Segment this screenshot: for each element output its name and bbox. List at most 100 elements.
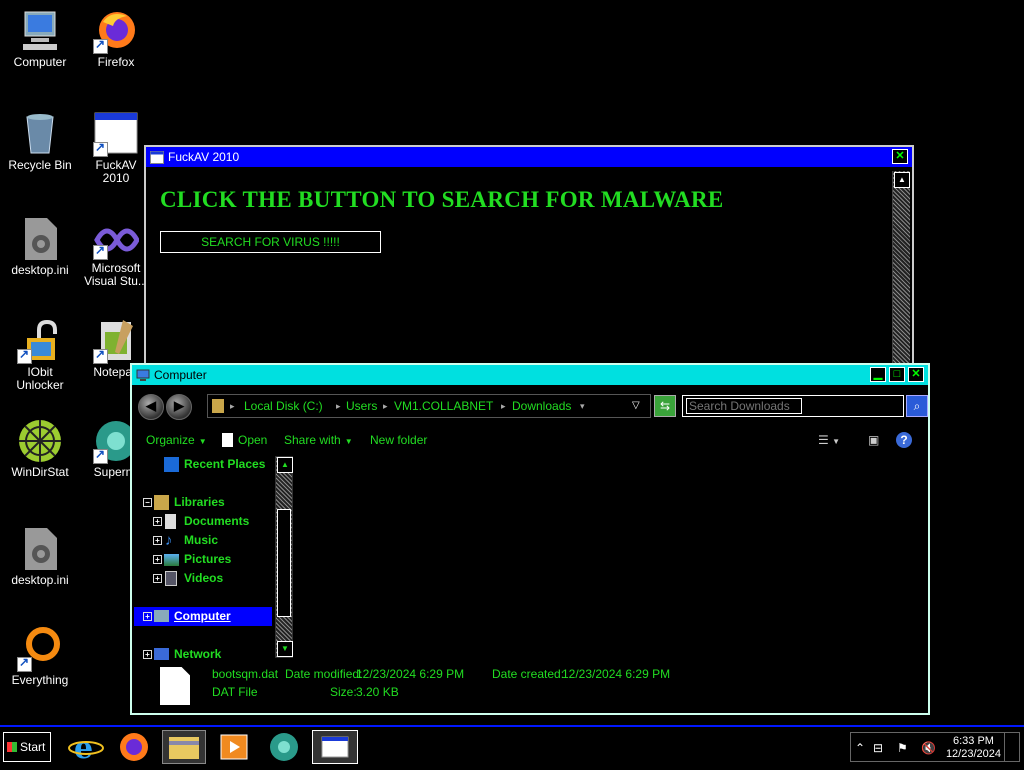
view-options-icon[interactable]: ☰ ▼ [818, 427, 840, 455]
taskbar-media-player[interactable] [212, 730, 256, 764]
network-icon[interactable]: ⊟ [873, 741, 883, 755]
document-icon [222, 433, 233, 447]
desktop-icon-desktop-ini-2[interactable]: desktop.ini [0, 526, 80, 587]
scroll-down-icon[interactable]: ▼ [277, 641, 293, 657]
show-desktop-button[interactable] [1004, 733, 1019, 761]
open-button[interactable]: Open [222, 427, 267, 453]
desktop-icon-label: IObit Unlocker [16, 365, 64, 392]
desktop-icon-label: WinDirStat [11, 465, 69, 479]
scroll-up-icon[interactable]: ▲ [277, 457, 293, 473]
navigation-bar: ◀ ▶ ▸ Local Disk (C:) ▸ Users ▸ VM1.COLL… [134, 389, 928, 421]
forward-button[interactable]: ▶ [166, 394, 192, 420]
fuckav-window: FuckAV 2010 ✕ CLICK THE BUTTON TO SEARCH… [144, 145, 914, 369]
help-icon[interactable]: ? [896, 432, 912, 448]
shortcut-arrow-icon [93, 447, 108, 464]
minimize-icon[interactable]: ▁ [870, 367, 886, 382]
tree-item-pictures[interactable]: + Pictures [134, 550, 272, 569]
clock[interactable]: 6:33 PM 12/23/2024 [946, 735, 1001, 761]
share-with-button[interactable]: Share with ▼ [284, 427, 353, 455]
search-icon[interactable]: ⌕ [906, 395, 928, 417]
desktop-icon-desktop-ini[interactable]: desktop.ini [0, 216, 80, 277]
firefox-icon [120, 733, 148, 761]
taskbar-internet-explorer[interactable]: e [64, 730, 108, 766]
computer-small-icon [136, 368, 150, 381]
detail-filename: bootsqm.dat [212, 667, 279, 681]
app-window-icon [150, 150, 164, 164]
fuckav-titlebar[interactable]: FuckAV 2010 ✕ [146, 147, 912, 167]
recent-places-icon [164, 457, 179, 472]
windows-logo-icon [7, 742, 17, 752]
address-dropdown-icon[interactable]: ▽ [632, 395, 640, 417]
notepad-icon [93, 318, 139, 364]
desktop-icon-windirstat[interactable]: WinDirStat [0, 418, 80, 479]
address-bar[interactable]: ▸ Local Disk (C:) ▸ Users ▸ VM1.COLLABNE… [207, 394, 651, 418]
system-tray: ⌃ ⊟ ⚑ 🔇 6:33 PM 12/23/2024 [850, 732, 1020, 762]
pictures-icon [164, 554, 179, 566]
taskbar-fuckav[interactable] [312, 730, 358, 764]
av-vertical-scrollbar[interactable]: ▲ [892, 171, 910, 365]
tree-item-libraries[interactable]: − Libraries [134, 493, 272, 512]
breadcrumb-segment[interactable]: Local Disk (C:) [244, 395, 323, 417]
desktop-icon-computer[interactable]: Computer [0, 8, 80, 69]
shortcut-arrow-icon [93, 347, 108, 364]
action-center-flag-icon[interactable]: ⚑ [897, 741, 908, 755]
window-title: Computer [154, 368, 207, 382]
search-for-virus-button[interactable]: SEARCH FOR VIRUS !!!!! [160, 231, 381, 253]
computer-small-icon [154, 610, 169, 622]
desktop-icon-label: Everything [11, 673, 69, 687]
search-input[interactable] [686, 398, 802, 414]
maximize-icon[interactable]: □ [889, 367, 905, 382]
details-pane: bootsqm.dat Date modified: 12/23/2024 6:… [134, 663, 926, 709]
documents-icon [165, 514, 176, 529]
preview-pane-icon[interactable]: ▣ [868, 427, 879, 453]
breadcrumb-segment[interactable]: Users [346, 395, 377, 417]
back-button[interactable]: ◀ [138, 394, 164, 420]
tree-item-documents[interactable]: + Documents [134, 512, 272, 531]
tree-item-recent-places[interactable]: Recent Places [134, 455, 272, 474]
organize-button[interactable]: Organize ▼ [146, 427, 207, 455]
desktop-icon-iobit-unlocker[interactable]: IObit Unlocker [0, 318, 80, 392]
share-label: Share with [284, 433, 341, 447]
breadcrumb-segment[interactable]: VM1.COLLABNET [394, 395, 493, 417]
tree-item-music[interactable]: + ♪ Music [134, 531, 272, 550]
tree-item-computer[interactable]: + Computer [134, 607, 272, 626]
av-heading: CLICK THE BUTTON TO SEARCH FOR MALWARE [160, 187, 724, 212]
start-button[interactable]: Start [3, 732, 51, 762]
supermium-browser-icon [270, 733, 298, 761]
explorer-titlebar[interactable]: Computer ▁ □ ✕ [132, 365, 928, 385]
explorer-window: Computer ▁ □ ✕ ◀ ▶ ▸ Local Disk (C:) ▸ U… [130, 363, 930, 715]
navigation-pane-scrollbar[interactable]: ▲ ▼ [275, 456, 293, 658]
navigation-pane: Recent Places − Libraries + Documents + … [134, 453, 272, 663]
recycle-bin-icon [17, 111, 63, 157]
tree-item-videos[interactable]: + Videos [134, 569, 272, 588]
desktop-icon-recycle-bin[interactable]: Recycle Bin [0, 111, 80, 172]
breadcrumb-segment[interactable]: Downloads [512, 395, 571, 417]
detail-date-created-label: Date created: [492, 667, 565, 681]
unlocked-padlock-icon [17, 318, 63, 364]
close-icon[interactable]: ✕ [892, 149, 908, 164]
desktop-icon-firefox[interactable]: Firefox [76, 8, 156, 69]
desktop-icon-label: desktop.ini [11, 573, 69, 587]
close-icon[interactable]: ✕ [908, 367, 924, 382]
show-hidden-icons-icon[interactable]: ⌃ [855, 741, 865, 755]
scroll-up-icon[interactable]: ▲ [894, 172, 910, 188]
desktop-icon-label: desktop.ini [11, 263, 69, 277]
window-title: FuckAV 2010 [168, 150, 240, 164]
shortcut-arrow-icon [93, 243, 108, 260]
new-folder-button[interactable]: New folder [370, 427, 427, 453]
organize-label: Organize [146, 433, 195, 447]
folder-icon [212, 399, 224, 413]
libraries-icon [154, 495, 169, 510]
volume-muted-icon[interactable]: 🔇 [921, 741, 936, 755]
tree-item-network[interactable]: + Network [134, 645, 272, 663]
refresh-icon[interactable]: ⇆ [654, 395, 676, 417]
folder-icon [169, 737, 199, 759]
scrollbar-thumb[interactable] [277, 509, 291, 617]
start-label: Start [20, 740, 46, 754]
taskbar-firefox[interactable] [112, 730, 156, 764]
desktop-icon-everything[interactable]: Everything [0, 626, 80, 687]
taskbar-explorer[interactable] [162, 730, 206, 764]
desktop-icon-label: FuckAV 2010 [95, 158, 137, 185]
command-bar: Organize ▼ Open Share with ▼ New folder ☰ … [134, 427, 926, 453]
taskbar-supermium[interactable] [262, 730, 306, 764]
